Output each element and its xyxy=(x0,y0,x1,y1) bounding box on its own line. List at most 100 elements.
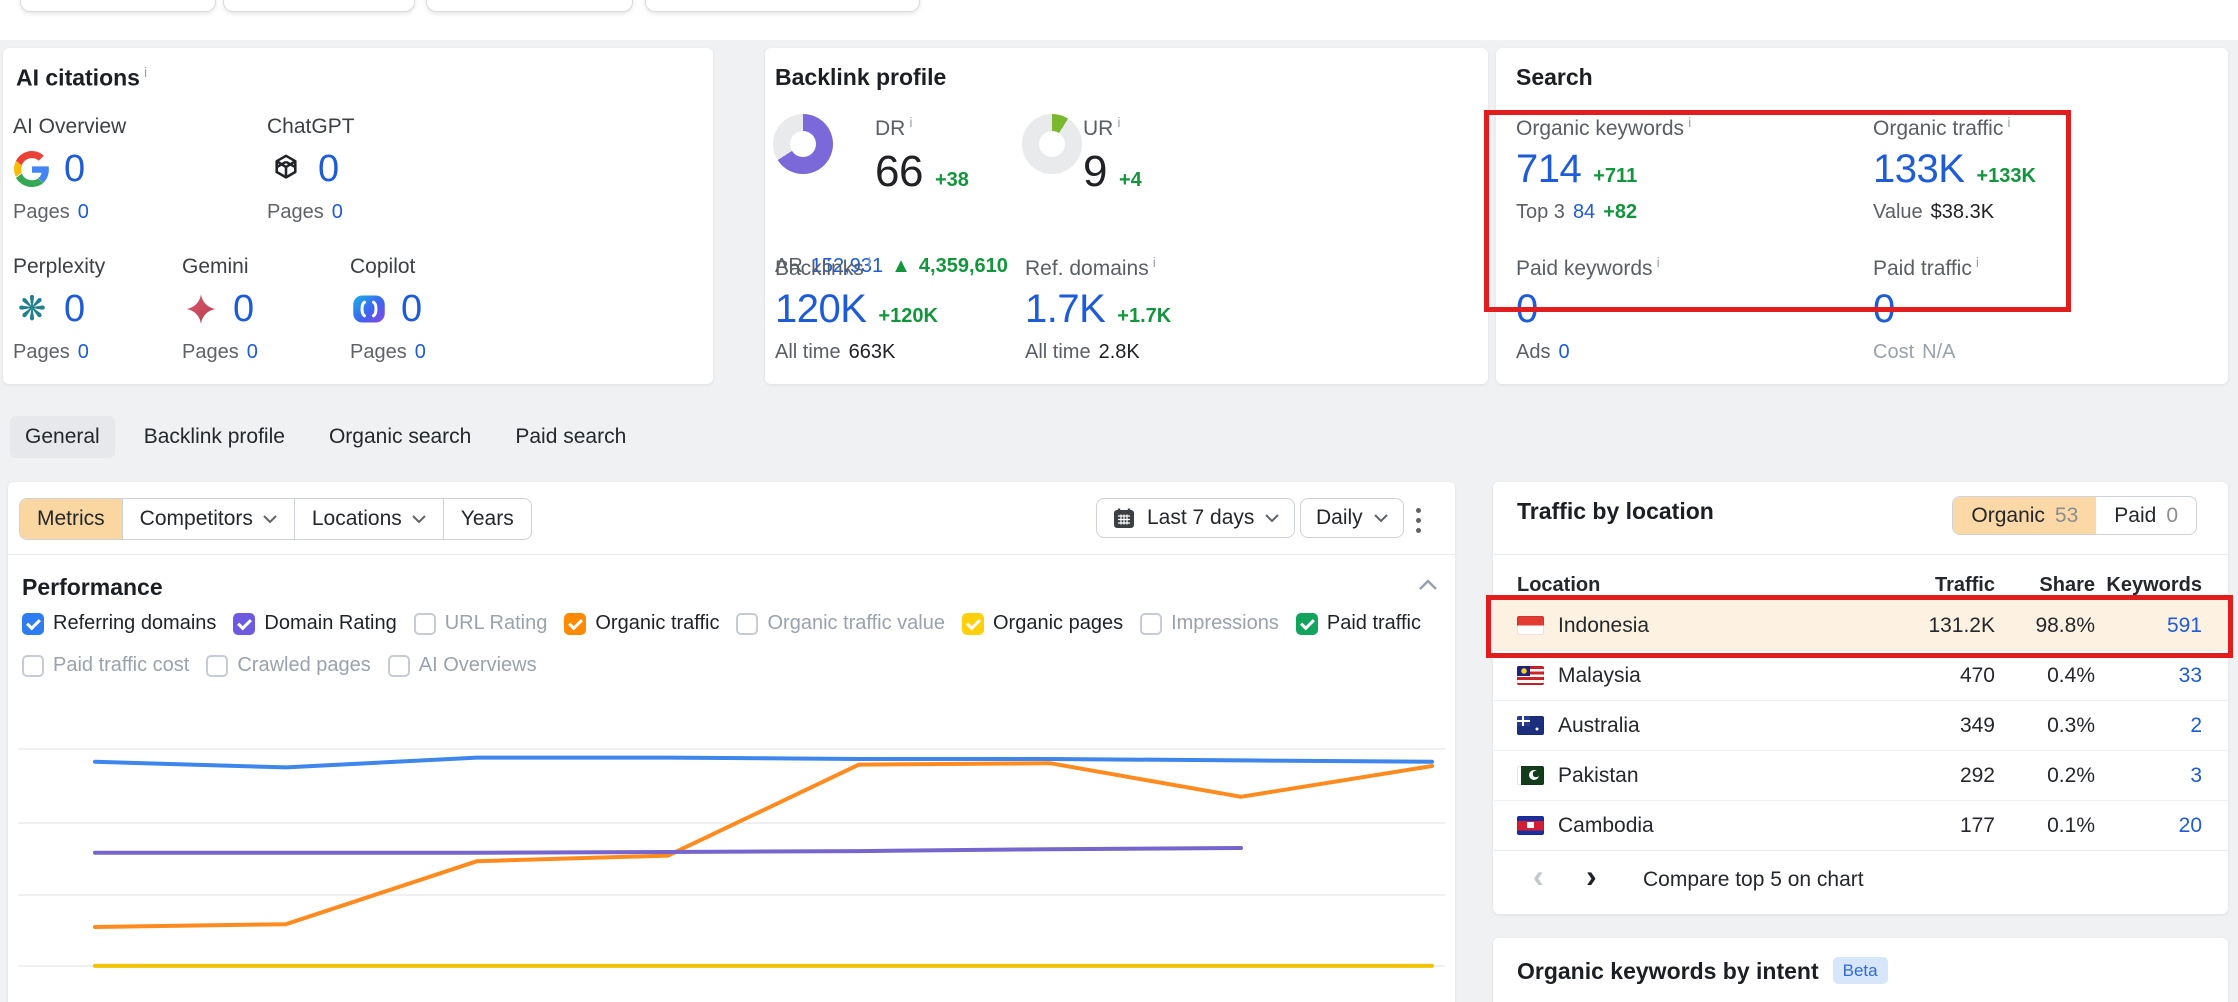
chevron-down-icon xyxy=(1265,514,1279,523)
keywords-count-link[interactable]: 2 xyxy=(2095,714,2202,738)
info-icon[interactable]: i xyxy=(1976,254,1979,270)
top-filter-input-4[interactable] xyxy=(645,0,920,12)
backlinks-value[interactable]: 120K xyxy=(775,287,866,332)
flag-australia-icon xyxy=(1517,716,1544,735)
col-location: Location xyxy=(1517,574,1885,597)
info-icon[interactable]: i xyxy=(1688,114,1691,130)
keywords-count-link[interactable]: 33 xyxy=(2095,664,2202,688)
segment-locations[interactable]: Locations xyxy=(294,499,443,539)
domain-overview-page: AI citationsi AI Overview0Pages0ChatGPT0… xyxy=(0,0,2238,1002)
ur-value: 9 xyxy=(1083,147,1107,197)
chevron-down-icon xyxy=(1374,514,1388,523)
organic-keywords-value[interactable]: 714 xyxy=(1516,147,1581,192)
info-icon[interactable]: i xyxy=(144,64,147,80)
ai-citations-card: AI citationsi AI Overview0Pages0ChatGPT0… xyxy=(3,48,713,384)
organic-traffic-value[interactable]: 133K xyxy=(1873,147,1964,192)
country-name: Malaysia xyxy=(1558,664,1641,688)
top-toolbar-strip xyxy=(0,0,2238,40)
table-row-malaysia: Malaysia4700.4%33 xyxy=(1493,650,2228,700)
metric-checkbox-label: Impressions xyxy=(1171,612,1279,635)
chatgpt-icon xyxy=(267,150,305,188)
top-filter-input-3[interactable] xyxy=(426,0,633,12)
metric-checkbox-impressions[interactable]: Impressions xyxy=(1140,612,1279,635)
pages-count-link[interactable]: 0 xyxy=(78,201,89,223)
backlink-profile-title: Backlink profile xyxy=(775,64,946,91)
flag-pakistan-icon xyxy=(1517,766,1544,785)
info-icon[interactable]: i xyxy=(1153,254,1156,270)
metric-checkbox-organic-traffic-value[interactable]: Organic traffic value xyxy=(736,612,945,635)
top3-count[interactable]: 84 xyxy=(1573,201,1595,223)
checkbox-icon xyxy=(22,613,44,635)
toggle-paid[interactable]: Paid0 xyxy=(2096,497,2196,534)
checkbox-icon xyxy=(962,613,984,635)
tab-general[interactable]: General xyxy=(10,416,115,458)
report-tabs: General Backlink profile Organic search … xyxy=(10,416,641,458)
divider xyxy=(8,554,1455,555)
tab-paid-search[interactable]: Paid search xyxy=(500,416,641,458)
metric-checkbox-referring-domains[interactable]: Referring domains xyxy=(22,612,216,635)
pages-count-link[interactable]: 0 xyxy=(247,341,258,363)
series-organic-traffic xyxy=(95,763,1432,927)
country-name: Indonesia xyxy=(1558,614,1649,638)
pages-count-link[interactable]: 0 xyxy=(78,341,89,363)
metric-checkbox-organic-traffic[interactable]: Organic traffic xyxy=(564,612,719,635)
ai-source-label: AI Overview xyxy=(13,115,248,139)
segment-metrics[interactable]: Metrics xyxy=(20,499,122,539)
segment-competitors[interactable]: Competitors xyxy=(122,499,294,539)
pages-count-link[interactable]: 0 xyxy=(415,341,426,363)
info-icon[interactable]: i xyxy=(868,254,871,270)
granularity-button[interactable]: Daily xyxy=(1300,498,1404,538)
checkbox-icon xyxy=(414,613,436,635)
compare-top5-link[interactable]: Compare top 5 on chart xyxy=(1643,868,1864,892)
toggle-organic[interactable]: Organic53 xyxy=(1953,497,2096,534)
performance-title: Performance xyxy=(22,574,163,601)
keywords-count-link[interactable]: 591 xyxy=(2095,614,2202,638)
info-icon[interactable]: i xyxy=(909,114,912,130)
table-row-cambodia: Cambodia1770.1%20 xyxy=(1493,800,2228,850)
backlink-profile-card: Backlink profile DRi 66+38 AR152,931▲4,3… xyxy=(765,48,1488,384)
prev-page-button[interactable]: ‹ xyxy=(1533,860,1544,892)
tab-organic-search[interactable]: Organic search xyxy=(314,416,486,458)
col-share: Share xyxy=(1995,574,2095,597)
info-icon[interactable]: i xyxy=(2007,114,2010,130)
next-page-button[interactable]: › xyxy=(1586,860,1597,892)
checkbox-icon xyxy=(564,613,586,635)
metric-checkbox-ai-overviews[interactable]: AI Overviews xyxy=(388,654,537,677)
country-name: Cambodia xyxy=(1558,814,1654,838)
pages-row: Pages0 xyxy=(13,201,248,224)
metric-checkbox-crawled-pages[interactable]: Crawled pages xyxy=(206,654,370,677)
top-filter-input-1[interactable] xyxy=(20,0,216,12)
metric-checkbox-domain-rating[interactable]: Domain Rating xyxy=(233,612,396,635)
metric-checkbox-organic-pages[interactable]: Organic pages xyxy=(962,612,1123,635)
metric-checkbox-paid-traffic-cost[interactable]: Paid traffic cost xyxy=(22,654,189,677)
metric-checkbox-url-rating[interactable]: URL Rating xyxy=(414,612,548,635)
ref-domains-value[interactable]: 1.7K xyxy=(1025,287,1105,332)
dr-value: 66 xyxy=(875,147,923,197)
more-options-button[interactable] xyxy=(1408,500,1429,541)
divider xyxy=(1493,554,2228,555)
info-icon[interactable]: i xyxy=(1117,114,1120,130)
keywords-by-intent-title: Organic keywords by intent xyxy=(1517,958,1819,984)
date-range-button[interactable]: Last 7 days xyxy=(1096,498,1295,538)
paid-keywords-value[interactable]: 0 xyxy=(1516,287,1538,332)
flag-malaysia-icon xyxy=(1517,666,1544,685)
segment-years[interactable]: Years xyxy=(443,499,531,539)
tab-backlink-profile[interactable]: Backlink profile xyxy=(129,416,300,458)
metric-toggles-row-1: Referring domains Domain Rating URL Rating… xyxy=(22,612,1421,635)
ads-count[interactable]: 0 xyxy=(1558,341,1569,363)
pages-count-link[interactable]: 0 xyxy=(332,201,343,223)
info-icon[interactable]: i xyxy=(1657,254,1660,270)
paid-traffic-value[interactable]: 0 xyxy=(1873,287,1895,332)
top-filter-input-2[interactable] xyxy=(223,0,415,12)
performance-line-chart[interactable] xyxy=(8,700,1455,1002)
share-value: 0.4% xyxy=(1995,664,2095,688)
ur-metric: URi 9+4 xyxy=(1083,114,1142,197)
checkbox-icon xyxy=(22,655,44,677)
table-row-pakistan: Pakistan2920.2%3 xyxy=(1493,750,2228,800)
keywords-count-link[interactable]: 3 xyxy=(2095,764,2202,788)
metric-checkbox-paid-traffic[interactable]: Paid traffic xyxy=(1296,612,1421,635)
collapse-section-button[interactable] xyxy=(1418,578,1438,596)
table-row-indonesia: Indonesia131.2K98.8%591 xyxy=(1493,600,2228,650)
metric-checkbox-label: Paid traffic cost xyxy=(53,654,189,677)
keywords-count-link[interactable]: 20 xyxy=(2095,814,2202,838)
